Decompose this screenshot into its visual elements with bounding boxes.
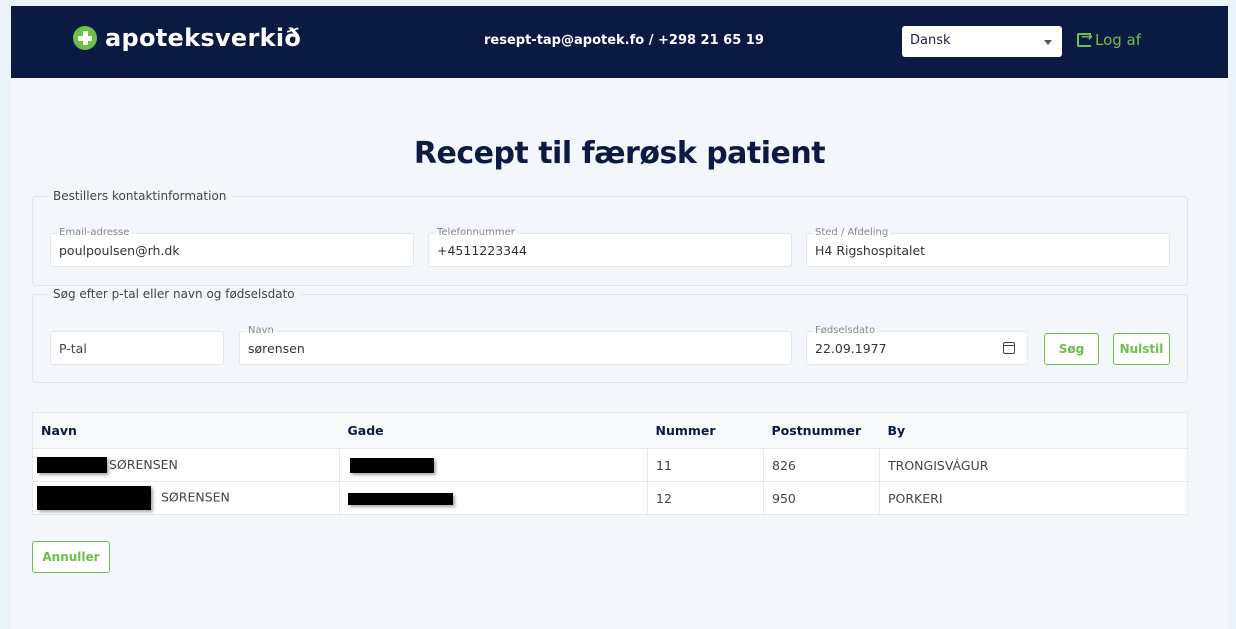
cancel-button[interactable]: Annuller <box>32 541 110 573</box>
cell-name: SØRENSEN <box>32 481 340 515</box>
ptal-input[interactable]: P-tal <box>50 331 224 365</box>
birthdate-input-label: Fødselsdato <box>813 325 878 336</box>
phone-field-label: Telefonnummer <box>435 227 517 238</box>
chevron-down-icon <box>1044 40 1052 45</box>
language-select[interactable]: Dansk <box>902 26 1062 57</box>
column-header-city: By <box>887 423 906 438</box>
page-title: Recept til færøsk patient <box>413 136 826 171</box>
pharmacy-cross-icon <box>73 26 97 50</box>
column-header-postcode: Postnummer <box>771 423 862 438</box>
redaction-block <box>350 458 434 473</box>
reset-button[interactable]: Nulstil <box>1113 333 1170 365</box>
phone-field-value: +4511223344 <box>437 243 528 258</box>
name-input-value: sørensen <box>248 341 305 356</box>
phone-field[interactable]: Telefonnummer +4511223344 <box>428 227 792 267</box>
logout-link[interactable]: Log af <box>1077 29 1142 49</box>
email-field[interactable]: Email-adresse poulpoulsen@rh.dk <box>50 227 414 267</box>
orderer-contact-fieldset: Bestillers kontaktinformation Email-adre… <box>32 189 1188 286</box>
table-row[interactable]: SØRENSEN 11 826 TRONGISVÁGUR <box>32 448 1188 482</box>
column-header-number: Nummer <box>655 423 716 438</box>
brand-logo[interactable]: apoteksverkið <box>73 24 301 52</box>
results-table: Navn Gade Nummer Postnummer By SØRENSEN … <box>32 412 1188 515</box>
contact-info: resept-tap@apotek.fo / +298 21 65 19 <box>484 33 764 48</box>
redaction-block <box>348 493 453 505</box>
email-field-value: poulpoulsen@rh.dk <box>59 243 180 258</box>
redaction-block <box>37 457 107 474</box>
app-frame: apoteksverkið resept-tap@apotek.fo / +29… <box>11 6 1228 629</box>
cell-postcode: 950 <box>763 481 880 515</box>
column-header-name: Navn <box>41 423 77 438</box>
ptal-input-placeholder: P-tal <box>59 341 87 356</box>
cell-city: PORKERI <box>888 490 943 506</box>
orderer-contact-legend: Bestillers kontaktinformation <box>47 189 233 203</box>
name-input-label: Navn <box>246 325 276 336</box>
cell-postcode: 826 <box>763 448 880 482</box>
birthdate-input-value: 22.09.1977 <box>815 341 887 356</box>
patient-search-legend: Søg efter p-tal eller navn og fødselsdat… <box>47 287 301 301</box>
patient-search-fieldset: Søg efter p-tal eller navn og fødselsdat… <box>32 287 1188 383</box>
calendar-icon[interactable] <box>1003 342 1015 354</box>
cell-city: TRONGISVÁGUR <box>888 457 989 473</box>
department-field[interactable]: Sted / Afdeling H4 Rigshospitalet <box>806 227 1170 267</box>
cell-name: SØRENSEN <box>32 448 340 482</box>
cell-street <box>339 481 648 515</box>
department-field-label: Sted / Afdeling <box>813 227 891 238</box>
table-row[interactable]: SØRENSEN 12 950 PORKERI <box>32 481 1188 515</box>
redaction-block <box>37 486 151 510</box>
cell-number: 11 <box>647 448 764 482</box>
table-header-row: Navn Gade Nummer Postnummer By <box>32 412 1188 449</box>
brand-name: apoteksverkið <box>105 24 302 52</box>
birthdate-input[interactable]: Fødselsdato 22.09.1977 <box>806 325 1028 365</box>
cell-street <box>339 448 648 482</box>
top-navbar: apoteksverkið resept-tap@apotek.fo / +29… <box>11 6 1228 78</box>
name-input[interactable]: Navn sørensen <box>239 325 792 365</box>
search-button[interactable]: Søg <box>1044 333 1099 365</box>
column-header-street: Gade <box>347 423 384 438</box>
department-field-value: H4 Rigshospitalet <box>815 243 926 258</box>
logout-label: Log af <box>1095 31 1142 49</box>
logout-icon <box>1077 29 1093 47</box>
language-select-value: Dansk <box>910 33 951 48</box>
email-field-label: Email-adresse <box>57 227 132 238</box>
cell-number: 12 <box>647 481 764 515</box>
